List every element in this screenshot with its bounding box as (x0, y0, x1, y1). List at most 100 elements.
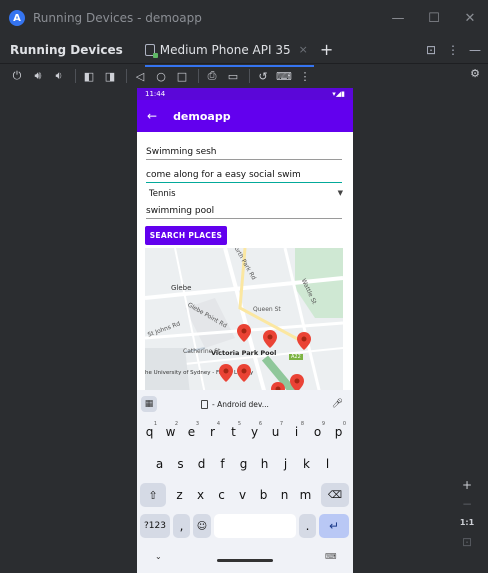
key-k[interactable]: k (297, 452, 316, 476)
home-gesture-handle[interactable] (217, 559, 273, 562)
tab-medium-phone[interactable]: Medium Phone API 35 × (144, 36, 314, 67)
microphone-icon[interactable]: 🎤︎ (332, 399, 343, 409)
key-f[interactable]: f (213, 452, 232, 476)
location-field[interactable]: swimming pool (146, 206, 342, 219)
key-i[interactable]: i8 (287, 420, 306, 444)
toolbar-divider (198, 69, 199, 83)
map-marker-icon[interactable] (237, 324, 251, 342)
map-marker-icon[interactable] (263, 330, 277, 348)
more-options-icon[interactable]: ⋮ (296, 67, 314, 85)
key-o[interactable]: o9 (308, 420, 327, 444)
hide-keyboard-icon[interactable]: ⌄ (155, 552, 162, 561)
map-marker-icon[interactable] (219, 364, 233, 382)
zoom-out-button[interactable]: − (457, 494, 477, 513)
back-arrow-icon[interactable]: ← (147, 109, 157, 123)
key-g[interactable]: g (234, 452, 253, 476)
key-b[interactable]: b (254, 483, 273, 507)
map-view[interactable]: Glebe Victoria Park Pool he University o… (145, 248, 343, 394)
window-controls: — ☐ ✕ (380, 0, 488, 36)
map-label-glebe: Glebe (171, 284, 192, 292)
hide-panel-icon[interactable]: ⊡ (422, 43, 440, 57)
key-u[interactable]: u7 (266, 420, 285, 444)
home-icon[interactable]: ○ (152, 67, 170, 85)
key-l[interactable]: l (318, 452, 337, 476)
category-selected: Tennis (149, 189, 176, 199)
map-marker-icon[interactable] (297, 332, 311, 350)
minimize-icon[interactable]: — (380, 0, 416, 36)
shift-key-icon[interactable]: ⇧ (140, 483, 166, 507)
key-a[interactable]: a (150, 452, 169, 476)
key-y[interactable]: y6 (245, 420, 264, 444)
emoji-key-icon[interactable]: ☺ (193, 514, 211, 538)
keyboard-apps-icon[interactable]: ▦ (141, 396, 157, 412)
volume-up-icon[interactable]: 🔊︎ (29, 67, 47, 85)
enter-key-icon[interactable]: ↵ (319, 514, 349, 538)
clipboard-icon (201, 399, 208, 409)
clipboard-suggestion[interactable]: - Android dev... (201, 399, 269, 409)
toolbar-divider (75, 69, 76, 83)
volume-down-icon[interactable]: 🔉︎ (50, 67, 68, 85)
key-n[interactable]: n (275, 483, 294, 507)
map-marker-icon[interactable] (237, 364, 251, 382)
window-title: Running Devices - demoapp (33, 11, 202, 25)
minimize-panel-icon[interactable]: — (466, 43, 484, 57)
keyboard-switch-icon[interactable]: ⌨ (325, 552, 337, 561)
key-x[interactable]: x (191, 483, 210, 507)
search-places-button[interactable]: SEARCH PLACES (145, 226, 227, 245)
map-label-catherine-st: Catherine St (183, 348, 221, 355)
symbols-key[interactable]: ?123 (140, 514, 170, 538)
key-j[interactable]: j (276, 452, 295, 476)
key-e[interactable]: e3 (182, 420, 201, 444)
space-key[interactable] (214, 514, 296, 538)
close-tab-icon[interactable]: × (299, 43, 308, 56)
device-screen[interactable]: 11:44 ▾◢▮ ← demoapp Swimming sesh come a… (137, 88, 353, 573)
zoom-in-button[interactable]: + (457, 475, 477, 494)
rotate-right-icon[interactable]: ◨ (101, 67, 119, 85)
keyboard-row-2: a s d f g h j k l (137, 452, 353, 478)
device-settings-icon[interactable]: ⚙ (470, 67, 480, 80)
mirror-keyboard-icon[interactable]: ⌨ (275, 67, 293, 85)
key-t[interactable]: t5 (224, 420, 243, 444)
screenshot-icon[interactable]: ⎙ (203, 67, 221, 85)
map-label-victoria-park-pool: Victoria Park Pool (211, 349, 277, 357)
title-field[interactable]: Swimming sesh (146, 147, 342, 160)
key-z[interactable]: z (170, 483, 189, 507)
fit-screen-icon[interactable]: ⊡ (457, 532, 477, 551)
keyboard-row-1: q1 w2 e3 r4 t5 y6 u7 i8 o9 p0 (137, 420, 353, 446)
tool-window-title: Running Devices (10, 42, 123, 57)
power-icon[interactable]: ⏻ (8, 67, 26, 85)
map-label-queen-st: Queen St (253, 306, 281, 313)
comma-key[interactable]: , (173, 514, 190, 538)
more-options-icon[interactable]: ⋮ (444, 43, 462, 57)
key-q[interactable]: q1 (140, 420, 159, 444)
zoom-controls: + − 1:1 ⊡ (454, 475, 480, 551)
key-s[interactable]: s (171, 452, 190, 476)
backspace-key-icon[interactable]: ⌫ (321, 483, 349, 507)
snapshot-icon[interactable]: ↺ (254, 67, 272, 85)
actual-size-button[interactable]: 1:1 (457, 513, 477, 532)
tab-label: Medium Phone API 35 (159, 42, 291, 57)
key-h[interactable]: h (255, 452, 274, 476)
category-spinner[interactable]: Tennis ▼ (149, 189, 343, 199)
back-icon[interactable]: ◁ (131, 67, 149, 85)
gesture-nav-bar: ⌄ ⌨ (137, 547, 353, 573)
android-studio-icon: A (9, 10, 25, 26)
rotate-left-icon[interactable]: ◧ (80, 67, 98, 85)
key-m[interactable]: m (296, 483, 315, 507)
key-r[interactable]: r4 (203, 420, 222, 444)
key-c[interactable]: c (212, 483, 231, 507)
keyboard-suggestion-bar: ▦ - Android dev... 🎤︎ (137, 390, 353, 418)
window-titlebar: A Running Devices - demoapp — ☐ ✕ (0, 0, 488, 36)
period-key[interactable]: . (299, 514, 316, 538)
add-tab-button[interactable]: + (320, 40, 333, 59)
overview-icon[interactable]: □ (173, 67, 191, 85)
key-w[interactable]: w2 (161, 420, 180, 444)
key-v[interactable]: v (233, 483, 252, 507)
maximize-icon[interactable]: ☐ (416, 0, 452, 36)
description-field[interactable]: come along for a easy social swim (146, 170, 342, 183)
key-d[interactable]: d (192, 452, 211, 476)
screen-record-icon[interactable]: ▭ (224, 67, 242, 85)
close-icon[interactable]: ✕ (452, 0, 488, 36)
app-bar: ← demoapp (137, 100, 353, 132)
key-p[interactable]: p0 (329, 420, 348, 444)
